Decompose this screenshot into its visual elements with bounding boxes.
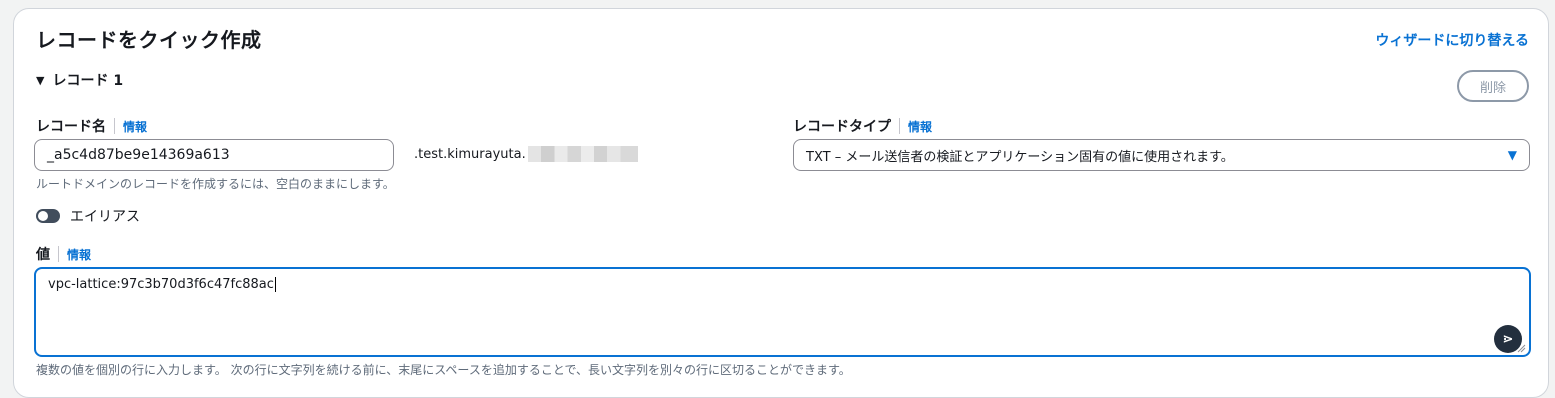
value-hint: 複数の値を個別の行に入力します。 次の行に文字列を続ける前に、末尾にスペースを追…	[36, 363, 851, 377]
value-label: 値	[36, 247, 50, 263]
value-label-row: 値 情報	[36, 244, 91, 264]
record-type-info-link[interactable]: 情報	[908, 118, 932, 135]
label-divider	[58, 246, 59, 262]
switch-to-wizard-link[interactable]: ウィザードに切り替える	[1375, 30, 1529, 50]
label-divider	[899, 118, 900, 134]
record-name-hint: ルートドメインのレコードを作成するには、空白のままにします。	[36, 177, 395, 191]
delete-button[interactable]: 削除	[1457, 70, 1529, 102]
caret-down-icon: ▼	[36, 73, 45, 87]
record-type-select[interactable]: TXT – メール送信者の検証とアプリケーション固有の値に使用されます。 ▼	[793, 139, 1530, 171]
record-type-selected: TXT – メール送信者の検証とアプリケーション固有の値に使用されます。	[806, 149, 1234, 165]
value-info-link[interactable]: 情報	[67, 246, 91, 263]
record-type-label: レコードタイプ	[793, 119, 891, 135]
record-1-label: レコード 1	[52, 73, 124, 89]
domain-suffix: .test.kimurayuta.	[414, 146, 638, 162]
record-name-label: レコード名	[36, 119, 106, 135]
toggle-switch[interactable]	[36, 209, 60, 223]
record-name-label-row: レコード名 情報	[36, 116, 147, 136]
value-text: vpc-lattice:97c3b70d3f6c47fc88ac	[48, 277, 274, 292]
text-cursor	[274, 277, 276, 292]
alias-toggle[interactable]: エイリアス	[36, 206, 140, 226]
record-type-label-row: レコードタイプ 情報	[793, 116, 932, 136]
label-divider	[114, 118, 115, 134]
resize-handle-icon[interactable]	[1516, 343, 1526, 353]
value-textarea[interactable]: vpc-lattice:97c3b70d3f6c47fc88ac	[34, 267, 1531, 357]
record-name-info-link[interactable]: 情報	[123, 118, 147, 135]
toggle-knob	[38, 211, 48, 221]
panel-title: レコードをクイック作成	[36, 28, 262, 52]
triangle-down-icon: ▼	[1507, 148, 1517, 162]
record-name-input[interactable]: _a5c4d87be9e14369a613	[34, 139, 394, 171]
domain-suffix-text: .test.kimurayuta.	[414, 146, 526, 162]
redacted-domain	[527, 146, 638, 162]
record-1-toggle[interactable]: ▼ レコード 1	[36, 70, 123, 90]
alias-label: エイリアス	[70, 209, 140, 225]
